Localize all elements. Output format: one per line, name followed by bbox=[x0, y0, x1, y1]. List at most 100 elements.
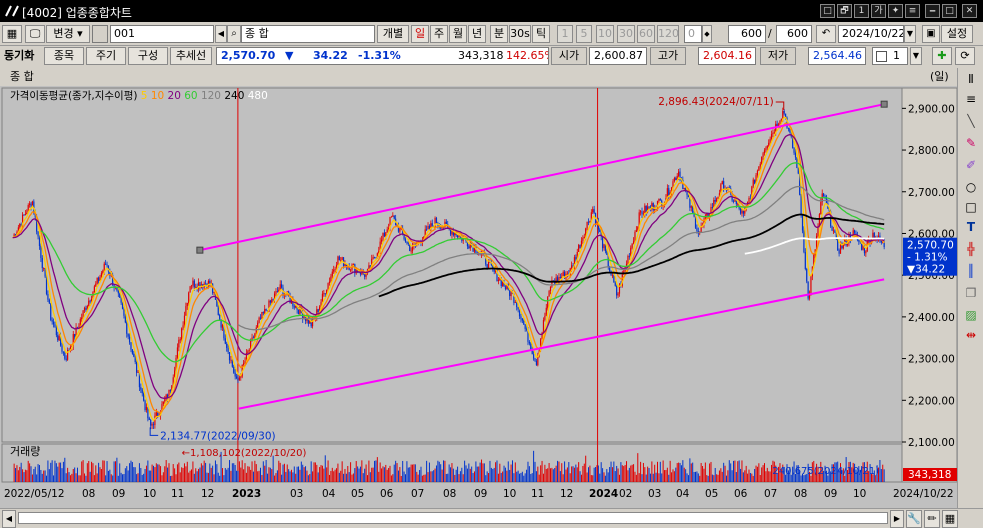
settings-button[interactable]: 설정 bbox=[941, 25, 973, 43]
period-30s-button[interactable]: 30s bbox=[509, 25, 531, 43]
pen-icon[interactable]: ✎ bbox=[962, 134, 980, 152]
candle-icon[interactable]: ╬ bbox=[962, 240, 980, 258]
menu-icon[interactable]: ≡ bbox=[962, 90, 980, 108]
candle-body bbox=[544, 315, 546, 321]
chart-area[interactable]: 가격이동평균(종가,지수이평) 5 10 20 60 120 240 480 2… bbox=[0, 86, 958, 508]
small-input[interactable]: 0 bbox=[684, 25, 702, 43]
candle-body bbox=[137, 371, 139, 373]
save-icon[interactable]: ▣ bbox=[922, 25, 940, 43]
copy-icon[interactable]: ❐ bbox=[962, 284, 980, 302]
candle-body bbox=[140, 387, 142, 390]
image-icon[interactable]: ▨ bbox=[962, 306, 980, 324]
x-tick-label: 11 bbox=[171, 488, 184, 500]
monitor-icon[interactable]: 🖵 bbox=[25, 25, 45, 43]
total-input[interactable]: 600 bbox=[776, 25, 812, 43]
minute-5-button[interactable]: 5 bbox=[576, 25, 592, 43]
window-restore-button[interactable]: □ bbox=[820, 4, 835, 18]
cursor-icon[interactable]: ╲ bbox=[962, 112, 980, 130]
minute-60-button[interactable]: 60 bbox=[637, 25, 655, 43]
individual-button[interactable]: 개별 bbox=[377, 25, 409, 43]
window-menu-button[interactable]: ≡ bbox=[905, 4, 920, 18]
small-spinner[interactable]: ◆ bbox=[702, 25, 712, 43]
code-input[interactable]: 001 bbox=[110, 25, 214, 43]
window-close-button[interactable]: ✕ bbox=[962, 4, 977, 18]
minute-30-button[interactable]: 30 bbox=[617, 25, 635, 43]
candle-body bbox=[599, 229, 601, 232]
candle-body bbox=[117, 290, 119, 294]
brush-icon[interactable]: ✐ bbox=[962, 156, 980, 174]
rectangle-icon[interactable]: □ bbox=[962, 198, 980, 216]
candle-body bbox=[190, 285, 193, 287]
candle-body bbox=[589, 220, 591, 222]
text-tool-icon[interactable]: T bbox=[962, 218, 980, 236]
candle-body bbox=[235, 376, 238, 379]
layout-dropdown-icon[interactable]: ▼ bbox=[910, 47, 922, 65]
high-label: 고가 bbox=[650, 47, 686, 65]
period-month-button[interactable]: 월 bbox=[449, 25, 467, 43]
candle-body bbox=[734, 200, 736, 202]
scroll-up-icon[interactable]: Ⅱ bbox=[962, 70, 980, 88]
candle-body bbox=[768, 142, 770, 146]
layout-number: 1 bbox=[893, 49, 900, 62]
count-input[interactable]: 600 bbox=[728, 25, 766, 43]
ellipse-icon[interactable]: ○ bbox=[962, 178, 980, 196]
candle-body bbox=[55, 327, 57, 336]
window-tile-button[interactable]: 🗗 bbox=[837, 4, 852, 18]
stock-button[interactable]: 종목 bbox=[44, 47, 84, 65]
window-one-button[interactable]: 1 bbox=[854, 4, 869, 18]
bars-icon[interactable]: ║ bbox=[962, 262, 980, 280]
candle-body bbox=[773, 132, 775, 134]
x-tick-label: 11 bbox=[531, 488, 544, 500]
grid-icon[interactable]: ▦ bbox=[942, 510, 958, 528]
period-day-button[interactable]: 일 bbox=[411, 25, 429, 43]
window-maximize-button[interactable]: □ bbox=[942, 4, 957, 18]
period-tick-button[interactable]: 틱 bbox=[532, 25, 550, 43]
date-input[interactable]: 2024/10/22 bbox=[838, 25, 904, 43]
sync-label[interactable]: 동기화 bbox=[4, 48, 34, 64]
minute-120-button[interactable]: 120 bbox=[657, 25, 679, 43]
wrench-icon[interactable]: 🔧 bbox=[906, 510, 922, 528]
minute-1-button[interactable]: 1 bbox=[557, 25, 573, 43]
window-minimize-button[interactable]: 🗕 bbox=[925, 4, 940, 18]
candle-body bbox=[803, 230, 805, 253]
trendline-button[interactable]: 추세선 bbox=[170, 47, 212, 65]
candle-body bbox=[58, 336, 60, 341]
refresh-icon[interactable]: ⟳ bbox=[955, 47, 975, 65]
compose-button[interactable]: 구성 bbox=[128, 47, 168, 65]
search-icon[interactable]: ⌕ bbox=[227, 25, 241, 43]
undo-icon[interactable]: ↶ bbox=[816, 25, 836, 43]
layout-select[interactable]: 1 bbox=[872, 47, 908, 65]
candle-body bbox=[240, 376, 242, 378]
candle-body bbox=[237, 378, 239, 381]
scroll-left-icon[interactable]: ◀ bbox=[2, 510, 16, 528]
measure-icon[interactable]: ⇹ bbox=[962, 326, 980, 344]
price-chart[interactable]: 가격이동평균(종가,지수이평) 5 10 20 60 120 240 480 2… bbox=[0, 86, 958, 508]
window-plus-button[interactable]: ✦ bbox=[888, 4, 903, 18]
change-button[interactable]: 변경 ▾ bbox=[46, 25, 90, 43]
window-font-button[interactable]: 가 bbox=[871, 4, 886, 18]
date-dropdown-icon[interactable]: ▼ bbox=[904, 25, 916, 43]
scroll-right-icon[interactable]: ▶ bbox=[890, 510, 904, 528]
candle-body bbox=[880, 240, 882, 243]
candle-body bbox=[758, 166, 760, 171]
candle-body bbox=[486, 264, 488, 268]
scroll-track[interactable] bbox=[18, 512, 888, 524]
candle-body bbox=[820, 202, 822, 215]
candle-body bbox=[262, 311, 264, 314]
draw-icon[interactable]: ✏ bbox=[924, 510, 940, 528]
candle-body bbox=[770, 134, 773, 139]
down-arrow-icon: ▼ bbox=[285, 49, 294, 62]
minute-10-button[interactable]: 10 bbox=[596, 25, 614, 43]
period-year-button[interactable]: 년 bbox=[468, 25, 486, 43]
period-week-button[interactable]: 주 bbox=[430, 25, 448, 43]
candle-body bbox=[47, 294, 49, 300]
layout-checkbox[interactable] bbox=[876, 50, 887, 62]
cycle-button[interactable]: 주기 bbox=[86, 47, 126, 65]
add-icon[interactable]: ✚ bbox=[932, 47, 952, 65]
period-minute-button[interactable]: 분 bbox=[490, 25, 508, 43]
candle-body bbox=[742, 210, 744, 214]
candle-body bbox=[525, 328, 528, 330]
panel-toggle-button[interactable]: ▦ bbox=[2, 25, 22, 43]
last-price-badge-line: 2,570.70 bbox=[907, 240, 954, 252]
candle-body bbox=[383, 232, 385, 237]
